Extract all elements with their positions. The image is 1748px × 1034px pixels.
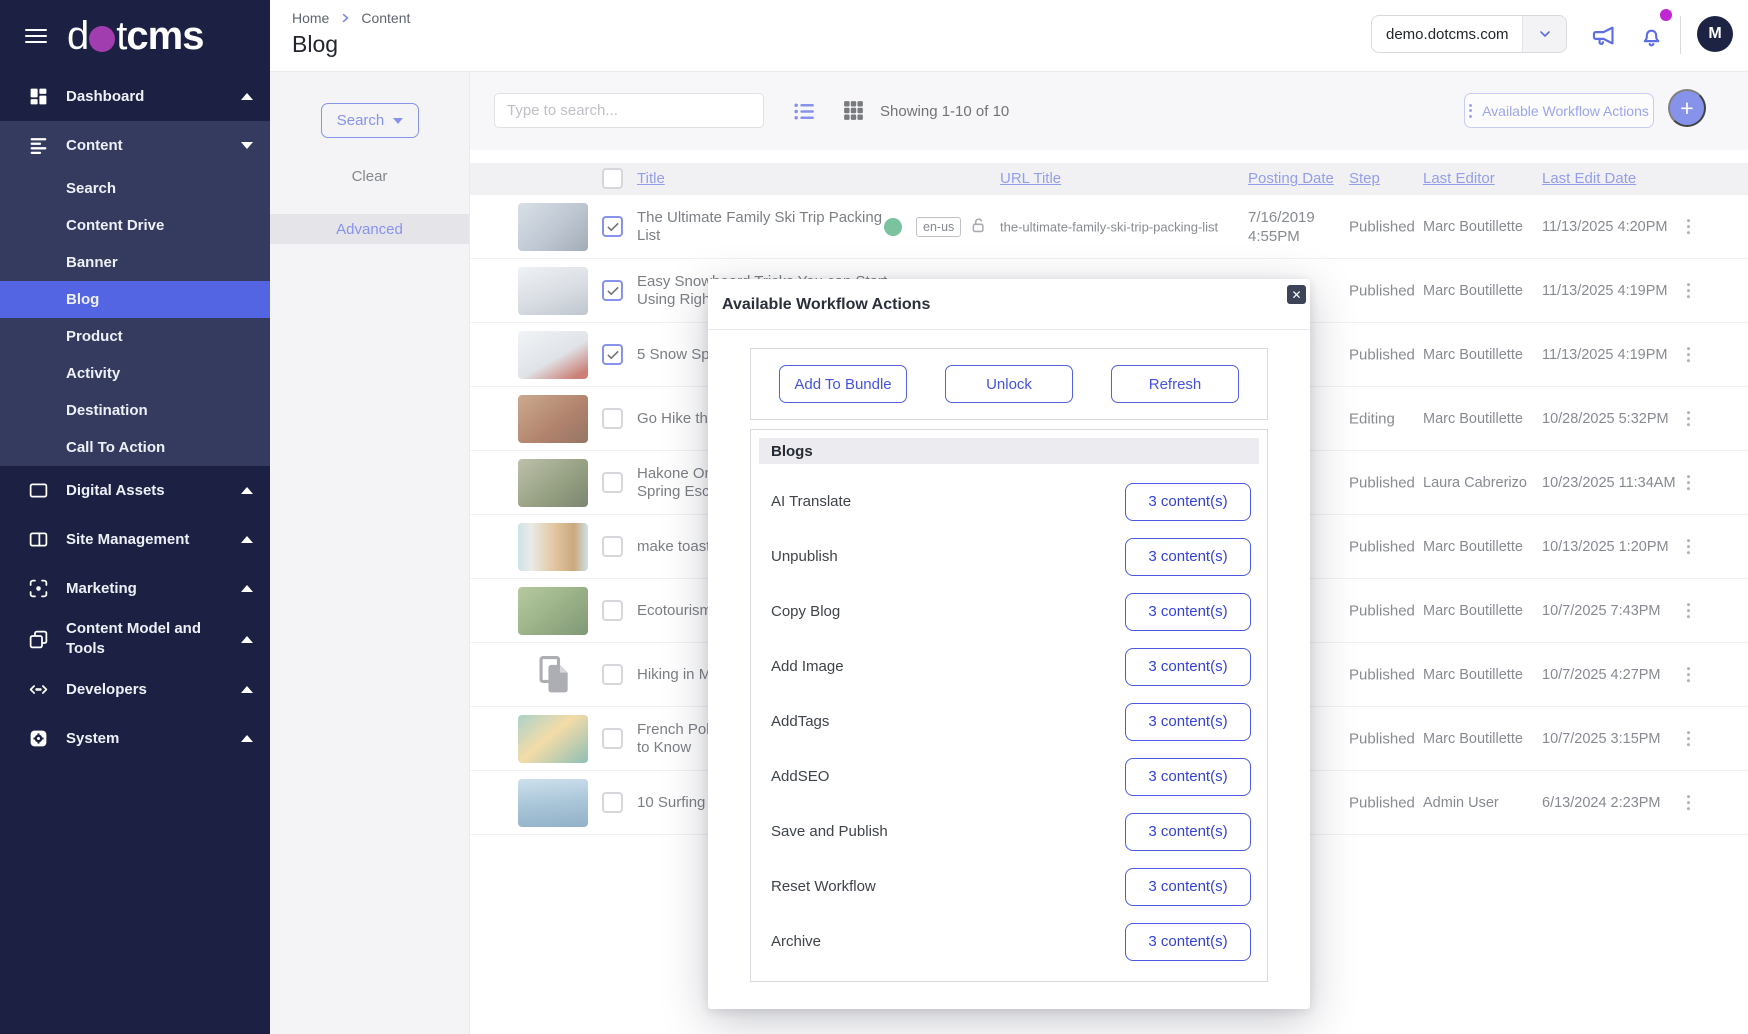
- topbar: Home Content Blog demo.dotcms.com M: [270, 0, 1748, 72]
- chevron-up-icon: [241, 93, 253, 100]
- actions-list: AI Translate 3 content(s) Unpublish 3 co…: [751, 474, 1267, 969]
- modal-header: Available Workflow Actions ✕: [708, 279, 1310, 330]
- logo-text: t: [116, 16, 126, 56]
- sidebar-item-blog[interactable]: Blog: [0, 281, 270, 318]
- workflow-action-count-button[interactable]: 3 content(s): [1125, 538, 1251, 576]
- actions-group-box: Blogs AI Translate 3 content(s) Unpublis…: [750, 429, 1268, 982]
- bulk-actions-box: Add To Bundle Unlock Refresh: [750, 348, 1268, 420]
- site-selector[interactable]: demo.dotcms.com: [1371, 15, 1567, 53]
- chevron-down-icon: [241, 142, 253, 149]
- sidebar-nav: Dashboard Content Search Content Drive B…: [0, 72, 270, 763]
- workflow-actions-modal: Available Workflow Actions ✕ Add To Bund…: [708, 279, 1310, 1009]
- sidebar-item-system[interactable]: System: [0, 714, 270, 763]
- breadcrumb-home[interactable]: Home: [292, 10, 329, 26]
- workflow-action-unpublish: Unpublish 3 content(s): [751, 529, 1267, 584]
- workflow-action-label: AI Translate: [771, 493, 851, 510]
- workflow-action-copy-blog: Copy Blog 3 content(s): [751, 584, 1267, 639]
- site-management-icon: [28, 529, 49, 550]
- refresh-button[interactable]: Refresh: [1111, 365, 1239, 403]
- chevron-up-icon: [241, 735, 253, 742]
- sidebar-item-dashboard[interactable]: Dashboard: [0, 72, 270, 121]
- workflow-action-count-button[interactable]: 3 content(s): [1125, 703, 1251, 741]
- content-icon: [28, 135, 49, 156]
- unlock-button[interactable]: Unlock: [945, 365, 1073, 403]
- close-icon[interactable]: ✕: [1287, 285, 1306, 304]
- logo-text: cms: [126, 16, 203, 56]
- workflow-action-label: Copy Blog: [771, 603, 840, 620]
- actions-group-title: Blogs: [759, 438, 1259, 464]
- workflow-action-save-and-publish: Save and Publish 3 content(s): [751, 804, 1267, 859]
- workflow-action-count-button[interactable]: 3 content(s): [1125, 483, 1251, 521]
- site-selector-value: demo.dotcms.com: [1372, 16, 1522, 52]
- workflow-action-label: Reset Workflow: [771, 878, 876, 895]
- workflow-action-label: AddSEO: [771, 768, 829, 785]
- header-divider: [1680, 16, 1681, 54]
- sidebar-item-call-to-action[interactable]: Call To Action: [0, 429, 270, 466]
- menu-toggle-icon[interactable]: [25, 25, 47, 47]
- sidebar-item-search[interactable]: Search: [0, 170, 270, 207]
- workflow-action-add-image: Add Image 3 content(s): [751, 639, 1267, 694]
- workflow-action-count-button[interactable]: 3 content(s): [1125, 868, 1251, 906]
- workflow-action-label: Unpublish: [771, 548, 838, 565]
- content-model-icon: [28, 629, 49, 650]
- workflow-action-reset-workflow: Reset Workflow 3 content(s): [751, 859, 1267, 914]
- dashboard-icon: [28, 86, 49, 107]
- chevron-up-icon: [241, 686, 253, 693]
- workflow-action-count-button[interactable]: 3 content(s): [1125, 813, 1251, 851]
- sidebar-top: d t cms: [0, 0, 270, 72]
- add-to-bundle-button[interactable]: Add To Bundle: [779, 365, 907, 403]
- announcements-icon[interactable]: [1590, 22, 1617, 49]
- sidebar-item-site-management[interactable]: Site Management: [0, 515, 270, 564]
- workflow-action-addseo: AddSEO 3 content(s): [751, 749, 1267, 804]
- workflow-action-label: Add Image: [771, 658, 844, 675]
- sidebar-item-destination[interactable]: Destination: [0, 392, 270, 429]
- chevron-up-icon: [241, 536, 253, 543]
- workflow-action-addtags: AddTags 3 content(s): [751, 694, 1267, 749]
- user-avatar[interactable]: M: [1697, 16, 1733, 52]
- workflow-action-count-button[interactable]: 3 content(s): [1125, 593, 1251, 631]
- breadcrumb-chevron-icon: [339, 12, 351, 24]
- sidebar-item-content-model-and-tools[interactable]: Content Model and Tools: [0, 613, 270, 665]
- page-title: Blog: [292, 31, 338, 58]
- workflow-action-archive: Archive 3 content(s): [751, 914, 1267, 969]
- chevron-up-icon: [241, 585, 253, 592]
- dotcms-app: d t cms Dashboard Content Search Content…: [0, 0, 1748, 1034]
- developers-icon: [28, 679, 49, 700]
- logo-text: d: [67, 16, 88, 56]
- dotcms-logo: d t cms: [67, 16, 203, 56]
- chevron-up-icon: [241, 487, 253, 494]
- workflow-action-label: AddTags: [771, 713, 829, 730]
- notification-badge: [1660, 9, 1672, 21]
- sidebar-item-marketing[interactable]: Marketing: [0, 564, 270, 613]
- sidebar-item-content-drive[interactable]: Content Drive: [0, 207, 270, 244]
- chevron-up-icon: [241, 636, 253, 643]
- sidebar-item-content[interactable]: Content: [0, 121, 270, 170]
- logo-dot-o: [89, 26, 115, 52]
- sidebar: d t cms Dashboard Content Search Content…: [0, 0, 270, 1034]
- workflow-action-count-button[interactable]: 3 content(s): [1125, 758, 1251, 796]
- breadcrumb: Home Content: [292, 10, 410, 26]
- sidebar-item-banner[interactable]: Banner: [0, 244, 270, 281]
- workflow-action-ai-translate: AI Translate 3 content(s): [751, 474, 1267, 529]
- sidebar-item-developers[interactable]: Developers: [0, 665, 270, 714]
- sidebar-item-product[interactable]: Product: [0, 318, 270, 355]
- workflow-action-count-button[interactable]: 3 content(s): [1125, 923, 1251, 961]
- modal-title: Available Workflow Actions: [722, 296, 930, 314]
- workflow-action-label: Save and Publish: [771, 823, 888, 840]
- workflow-action-label: Archive: [771, 933, 821, 950]
- notifications-bell-icon[interactable]: [1638, 22, 1665, 49]
- breadcrumb-content[interactable]: Content: [361, 10, 410, 26]
- digital-assets-icon: [28, 480, 49, 501]
- chevron-down-icon: [1522, 16, 1566, 52]
- marketing-icon: [28, 578, 49, 599]
- workflow-action-count-button[interactable]: 3 content(s): [1125, 648, 1251, 686]
- system-icon: [28, 728, 49, 749]
- sidebar-item-activity[interactable]: Activity: [0, 355, 270, 392]
- sidebar-item-digital-assets[interactable]: Digital Assets: [0, 466, 270, 515]
